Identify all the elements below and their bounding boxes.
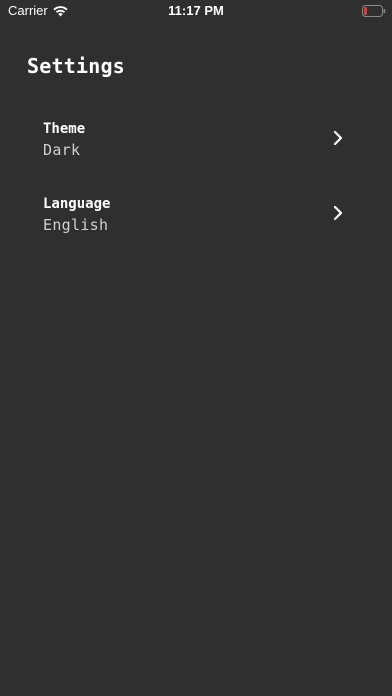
status-time: 11:17 PM bbox=[168, 3, 224, 18]
setting-value: English bbox=[43, 216, 109, 234]
setting-value: Dark bbox=[43, 141, 81, 159]
status-bar: Carrier 11:17 PM bbox=[0, 0, 392, 22]
setting-label: Language bbox=[43, 196, 111, 212]
setting-item-language[interactable]: Language English bbox=[43, 191, 353, 266]
battery-low-icon bbox=[362, 5, 386, 17]
setting-label: Theme bbox=[43, 121, 86, 137]
settings-screen: Carrier 11:17 PM Settings Theme Dark Lan… bbox=[0, 0, 392, 696]
setting-item-theme[interactable]: Theme Dark bbox=[43, 116, 353, 191]
settings-list: Theme Dark Language English bbox=[0, 116, 392, 266]
page-title: Settings bbox=[27, 54, 125, 78]
chevron-right-icon bbox=[333, 205, 343, 221]
chevron-right-icon bbox=[333, 130, 343, 146]
